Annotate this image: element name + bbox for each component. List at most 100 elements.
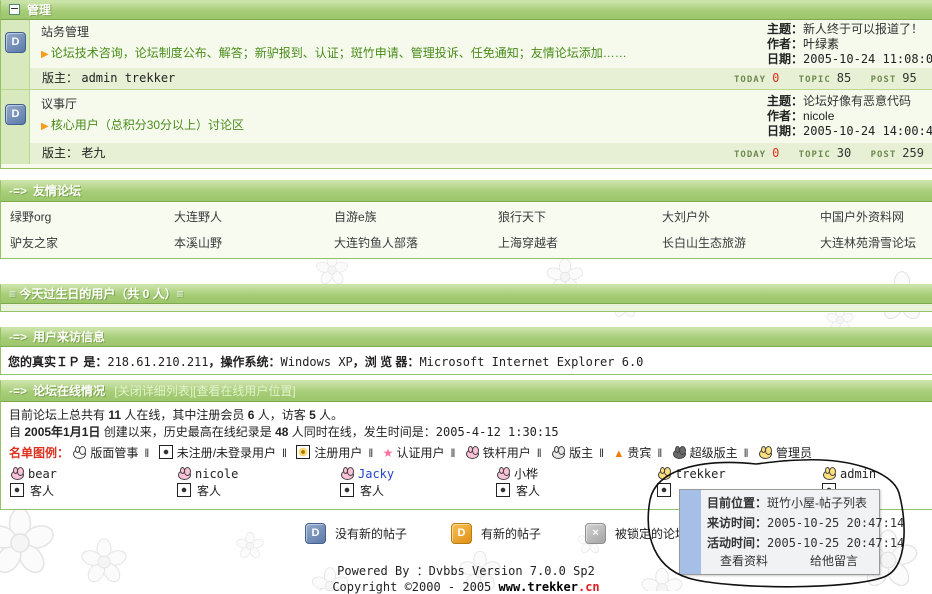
bunny-white-icon (72, 446, 87, 459)
forum-link[interactable]: 议事厅 (41, 97, 77, 111)
visitor-ip-line: 您的真实ＩＰ 是：218.61.210.211，操作系统：Windows XP，… (1, 345, 932, 370)
friend-link[interactable]: 狼行天下 (498, 208, 662, 225)
guest-badge-icon (159, 445, 173, 459)
last-topic-link[interactable]: 论坛好像有恶意代码 (803, 94, 911, 108)
founded-date: 2005年1月1日 (24, 425, 100, 439)
forum-description: ▶核心用户（总积分30分以上）讨论区 (41, 115, 765, 137)
forum-meta-strip: 版主： admin trekker TODAY0 TOPIC85 POST95 (30, 68, 932, 89)
forum-stats: TODAY0 TOPIC30 POST259 (734, 143, 932, 164)
selection-highlight (680, 490, 701, 574)
copyright-text: Copyright ©2000 - 2005 www.trekker.cn (0, 580, 932, 594)
last-author-link[interactable]: 叶绿素 (803, 37, 839, 51)
moderators-link[interactable]: admin trekker (81, 71, 175, 85)
no-new-posts-icon: D (305, 523, 326, 544)
online-user-role: 客人 (496, 483, 657, 500)
online-user: bear (10, 466, 177, 483)
online-user: trekker (657, 466, 822, 483)
record-time: 2005-4-12 1:30:15 (436, 425, 559, 439)
view-profile-link[interactable]: 查看资料 (720, 552, 768, 569)
os-name: Windows XP (281, 355, 353, 369)
forum-stats: TODAY0 TOPIC85 POST95 (734, 68, 932, 89)
post-count: 95 (902, 71, 916, 85)
collapse-icon[interactable] (9, 4, 20, 15)
member-badge-icon (296, 445, 310, 459)
bunny-dark-icon (672, 446, 687, 459)
current-location: 斑竹小屋-帖子列表 (767, 496, 867, 510)
locked-forum-icon: × (585, 523, 606, 544)
friend-link[interactable]: 本溪山野 (174, 234, 334, 251)
online-user-name[interactable]: trekker (675, 467, 726, 481)
friend-link[interactable]: 大连林苑滑雪论坛 (820, 234, 932, 251)
online-summary-line: 目前论坛上总共有 11 人在线，其中注册会员 6 人，访客 5 人。 (9, 406, 343, 423)
last-post-info: 主题：论坛好像有恶意代码 作者：nicole 日期：2005-10-24 14:… (767, 94, 931, 139)
friend-link[interactable]: 大连钓鱼人部落 (334, 234, 498, 251)
forum-description: ▶论坛技术咨询，论坛制度公布、解答；新驴报到、认证；斑竹申请、管理投诉、任免通知… (41, 43, 765, 65)
topic-count: 85 (837, 71, 851, 85)
section-title: ≡ 今天过生日的用户（共 0 人）≡ (9, 287, 184, 301)
online-user-name[interactable]: Jacky (358, 467, 394, 481)
section-header-visitor-info: -=>用户来访信息 (0, 327, 932, 347)
star-icon: ★ (383, 446, 394, 460)
forum-icon-cell: D (1, 90, 30, 164)
last-post-date: 2005-10-24 14:00:48 (803, 124, 932, 138)
bunny-yellow-icon (758, 446, 773, 459)
section-title: 论坛在线情况 (33, 384, 105, 398)
last-post-info: 主题：新人终于可以报道了！ 作者：叶绿素 日期：2005-10-24 11:08… (767, 22, 931, 67)
online-user-name[interactable]: nicole (195, 467, 238, 481)
friend-link[interactable]: 长白山生态旅游 (662, 234, 820, 251)
last-author-link[interactable]: nicole (803, 109, 834, 123)
active-time: 2005-10-25 20:47:14 (767, 536, 904, 550)
friend-link[interactable]: 绿野org (10, 208, 174, 225)
last-topic-link[interactable]: 新人终于可以报道了！ (803, 22, 923, 36)
friend-link[interactable]: 大连野人 (174, 208, 334, 225)
user-info-tooltip: 目前位置：斑竹小屋-帖子列表 来访时间：2005-10-25 20:47:14 … (679, 489, 880, 575)
visitor-info-box: 您的真实ＩＰ 是：218.61.210.211，操作系统：Windows XP，… (0, 345, 932, 375)
section-header-birthday: ≡ 今天过生日的用户（共 0 人）≡ (0, 284, 932, 304)
guest-badge-icon (657, 483, 671, 497)
close-detail-list-link[interactable]: [关闭详细列表] (114, 384, 193, 398)
bunny-pink-icon (10, 467, 25, 480)
online-user-role: 客人 (177, 483, 340, 500)
friend-link[interactable]: 驴友之家 (10, 234, 174, 251)
guest-badge-icon (10, 483, 24, 497)
today-count: 0 (772, 146, 779, 160)
guest-badge-icon (177, 483, 191, 497)
friend-link[interactable]: 自游e族 (334, 208, 498, 225)
section-title: 管理 (27, 3, 51, 17)
forum-link[interactable]: 站务管理 (41, 25, 89, 39)
friend-link[interactable]: 中国户外资料网 (820, 208, 932, 225)
bunny-pink-icon (496, 467, 511, 480)
section-header-online: -=>论坛在线情况 [关闭详细列表][查看在线用户位置] (0, 380, 932, 402)
arrow-icon: ▶ (41, 121, 49, 132)
forum-icon-cell: D (1, 18, 30, 89)
bunny-yellow-icon (657, 467, 672, 480)
friend-link[interactable]: 大刘户外 (662, 208, 820, 225)
view-online-location-link[interactable]: [查看在线用户位置] (193, 384, 296, 398)
section-header-manage: 管理 (0, 0, 932, 20)
bunny-grey-icon (551, 446, 566, 459)
no-new-posts-icon: D (5, 32, 26, 53)
section-title: 用户来访信息 (33, 330, 105, 344)
friend-forums-box: 绿野org 大连野人 自游e族 狼行天下 大刘户外 中国户外资料网 驴友之家 本… (0, 200, 932, 259)
section-title: 友情论坛 (33, 184, 81, 198)
online-user-role: 客人 (340, 483, 496, 500)
site-link[interactable]: www.trekker (499, 580, 578, 594)
online-user-name[interactable]: admin (840, 467, 876, 481)
leave-message-link[interactable]: 给他留言 (810, 552, 858, 569)
forum-main-cell: 站务管理 ▶论坛技术咨询，论坛制度公布、解答；新驴报到、认证；斑竹申请、管理投诉… (30, 18, 765, 65)
guest-badge-icon (340, 483, 354, 497)
online-user: Jacky (340, 466, 496, 483)
online-user-name[interactable]: bear (28, 467, 57, 481)
forum-row: D 站务管理 ▶论坛技术咨询，论坛制度公布、解答；新驴报到、认证；斑竹申请、管理… (1, 18, 932, 89)
bunny-pink-icon (340, 467, 355, 480)
forum-table: D 站务管理 ▶论坛技术咨询，论坛制度公布、解答；新驴报到、认证；斑竹申请、管理… (0, 18, 932, 169)
forum-row: D 议事厅 ▶核心用户（总积分30分以上）讨论区 主题：论坛好像有恶意代码 作者… (1, 89, 932, 164)
bunny-pink-icon (177, 467, 192, 480)
friend-link[interactable]: 上海穿越者 (498, 234, 662, 251)
topic-count: 30 (837, 146, 851, 160)
post-count: 259 (902, 146, 924, 160)
online-user-name[interactable]: 小桦 (514, 467, 538, 481)
last-post-date: 2005-10-24 11:08:04 (803, 52, 932, 66)
online-record-line: 自 2005年1月1日 创建以来，历史最高在线纪录是 48 人同时在线，发生时间… (9, 423, 559, 440)
moderators-link[interactable]: 老九 (81, 146, 105, 160)
